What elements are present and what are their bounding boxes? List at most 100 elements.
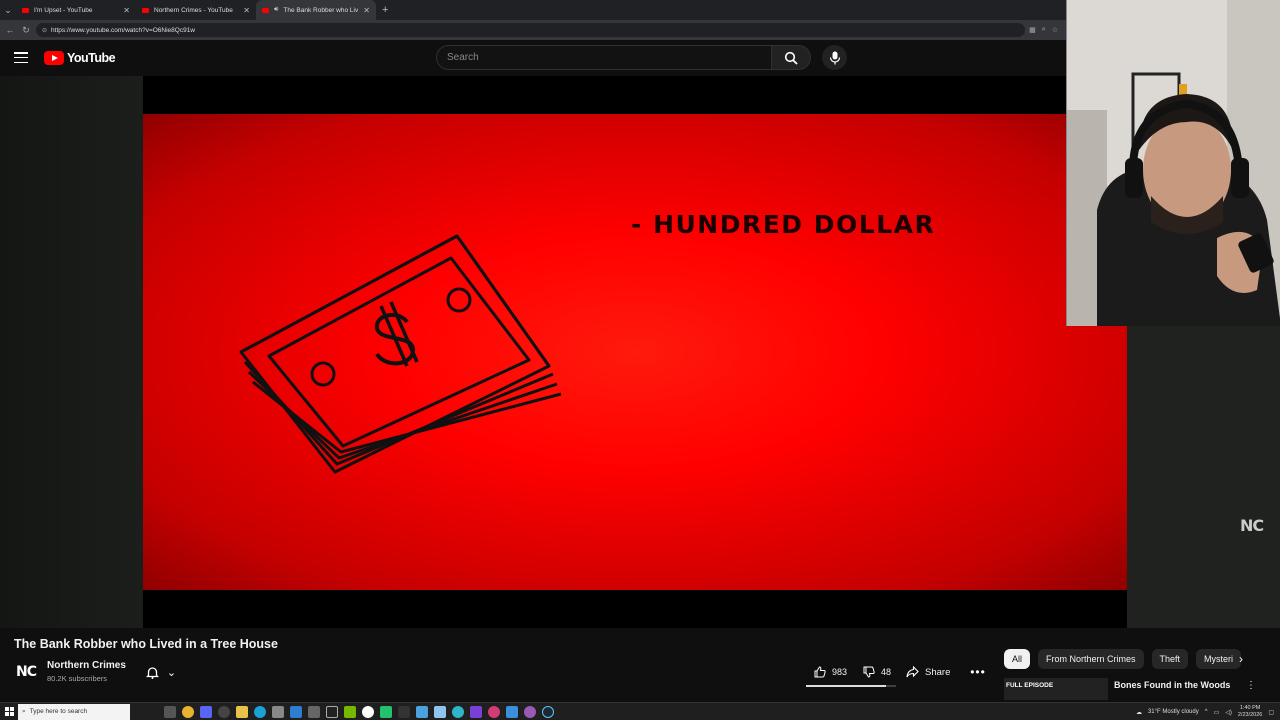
search-button[interactable] <box>771 45 811 70</box>
ambient-right <box>1127 326 1280 628</box>
browser-tab-1[interactable]: I'm Upset - YouTube ✕ <box>16 0 136 20</box>
channel-name[interactable]: Northern Crimes <box>47 660 126 671</box>
browser-tab-2[interactable]: Northern Crimes - YouTube ✕ <box>136 0 256 20</box>
app-icon[interactable] <box>272 705 284 718</box>
weather-text[interactable]: 31°F Mostly cloudy <box>1148 709 1199 715</box>
speaker-icon[interactable]: 🔊︎ <box>274 6 278 14</box>
close-tab-icon[interactable]: ✕ <box>243 6 250 15</box>
chip-from-channel[interactable]: From Northern Crimes <box>1038 649 1144 669</box>
recommendation-title[interactable]: Bones Found in the Woods <box>1114 680 1244 690</box>
app-icon[interactable] <box>488 705 500 718</box>
search-icon: ⌕ <box>22 707 26 715</box>
thumbs-down-icon <box>863 666 875 678</box>
app-icon[interactable] <box>380 705 392 718</box>
weather-icon[interactable]: ☁ <box>1136 709 1142 716</box>
app-icon[interactable] <box>290 705 302 718</box>
letterbox-top <box>143 76 1127 114</box>
obs-icon[interactable] <box>218 705 230 718</box>
subscriber-count: 80.2K subscribers <box>47 674 108 683</box>
youtube-favicon-icon <box>22 7 29 13</box>
file-explorer-icon[interactable] <box>236 705 248 718</box>
taskbar-search-placeholder: Type here to search <box>29 708 88 715</box>
bell-icon <box>145 666 159 679</box>
bookmark-star-icon[interactable]: ☆ <box>1052 26 1058 34</box>
tab-title: Northern Crimes - YouTube <box>154 6 233 14</box>
like-ratio-bar <box>806 685 896 687</box>
clock-date: 2/23/2026 <box>1237 712 1263 718</box>
youtube-favicon-icon <box>142 7 149 13</box>
video-caption-text: - HUNDRED DOLLAR <box>631 210 936 239</box>
taskbar-search-input[interactable]: ⌕ Type here to search <box>18 703 130 720</box>
chip-all[interactable]: All <box>1004 649 1031 669</box>
chevron-down-icon: ⌄ <box>166 666 177 679</box>
app-icon[interactable] <box>398 705 410 718</box>
address-bar-icons: ▦ ⌕ ☆ <box>1029 26 1062 34</box>
related-filter-chips: All From Northern Crimes Theft Mysteri <box>1004 648 1264 670</box>
nvidia-icon[interactable] <box>344 705 356 718</box>
youtube-favicon-icon <box>262 7 269 13</box>
channel-watermark[interactable]: NC <box>1240 516 1264 535</box>
webcam-overlay <box>1066 0 1280 326</box>
youtube-logo[interactable]: YouTube <box>44 51 116 65</box>
tab-search-icon[interactable]: ⌄ <box>0 0 16 20</box>
volume-icon[interactable]: ◁) <box>1225 709 1232 716</box>
like-dislike-bar: 983 48 <box>806 660 896 684</box>
microphone-icon <box>829 51 840 64</box>
address-bar-row: ← ↻ ⊝ https://www.youtube.com/watch?v=O6… <box>0 20 1066 40</box>
hamburger-menu-icon[interactable] <box>14 52 28 63</box>
share-button[interactable]: Share <box>906 660 958 684</box>
app-icon[interactable] <box>452 705 464 718</box>
reload-icon[interactable]: ↻ <box>20 25 32 36</box>
network-icon[interactable]: ▭ <box>1214 709 1220 716</box>
letterbox-bottom <box>143 590 1127 628</box>
recommendation-thumbnail[interactable]: FULL EPISODE <box>1004 678 1108 700</box>
search-placeholder: Search <box>447 52 479 63</box>
more-actions-button[interactable]: ••• <box>966 660 990 684</box>
app-icon[interactable] <box>524 705 536 718</box>
tab-title: I'm Upset - YouTube <box>34 6 93 14</box>
notifications-icon[interactable]: ▢ <box>1268 709 1274 716</box>
app-icon[interactable] <box>470 705 482 718</box>
app-icon[interactable] <box>506 705 518 718</box>
chevron-right-icon[interactable]: › <box>1232 650 1250 668</box>
dislike-button[interactable]: 48 <box>855 666 899 678</box>
edge-icon[interactable] <box>254 705 266 718</box>
voice-search-button[interactable] <box>822 45 847 70</box>
app-icon[interactable] <box>308 705 320 718</box>
windows-start-icon[interactable] <box>0 707 18 716</box>
new-tab-icon[interactable]: + <box>382 4 388 16</box>
dislike-count: 48 <box>881 667 892 677</box>
search-input[interactable]: Search <box>436 45 772 70</box>
tray-chevron-icon[interactable]: ^ <box>1205 709 1208 715</box>
video-title: The Bank Robber who Lived in a Tree Hous… <box>14 637 278 651</box>
task-view-icon[interactable] <box>164 705 176 718</box>
extensions-icon[interactable]: ▦ <box>1029 26 1036 34</box>
clock-time: 1:40 PM <box>1239 705 1261 711</box>
notification-bell-button[interactable]: ⌄ <box>137 660 185 684</box>
discord-icon[interactable] <box>200 705 212 718</box>
share-label: Share <box>925 666 951 678</box>
taskbar-clock[interactable]: 1:40 PM 2/23/2026 <box>1238 705 1262 719</box>
browser-tab-3[interactable]: 🔊︎ The Bank Robber who Lived i… ✕ <box>256 0 376 20</box>
thumbs-up-icon <box>814 666 826 678</box>
app-icon[interactable] <box>434 705 446 718</box>
app-icon[interactable] <box>416 705 428 718</box>
like-button[interactable]: 983 <box>806 666 855 678</box>
chip-theft[interactable]: Theft <box>1151 649 1189 669</box>
zoom-icon[interactable]: ⌕ <box>1042 26 1046 34</box>
channel-avatar[interactable]: NC <box>14 660 38 684</box>
chrome-icon[interactable] <box>182 705 194 718</box>
back-icon[interactable]: ← <box>4 25 16 35</box>
close-tab-icon[interactable]: ✕ <box>123 6 130 15</box>
close-tab-icon[interactable]: ✕ <box>363 6 370 15</box>
steam-icon[interactable] <box>542 705 554 718</box>
app-icon[interactable] <box>326 705 338 718</box>
site-info-icon[interactable]: ⊝ <box>42 27 47 34</box>
kebab-menu-icon[interactable]: ⋮ <box>1246 680 1256 691</box>
video-frame[interactable]: - HUNDRED DOLLAR <box>143 114 1127 590</box>
url-field[interactable]: ⊝ https://www.youtube.com/watch?v=O6Nie8… <box>36 23 1026 37</box>
app-icon[interactable] <box>362 705 374 718</box>
youtube-wordmark: YouTube <box>67 51 116 65</box>
youtube-header: YouTube Search <box>0 40 1066 76</box>
search-icon <box>784 51 798 65</box>
